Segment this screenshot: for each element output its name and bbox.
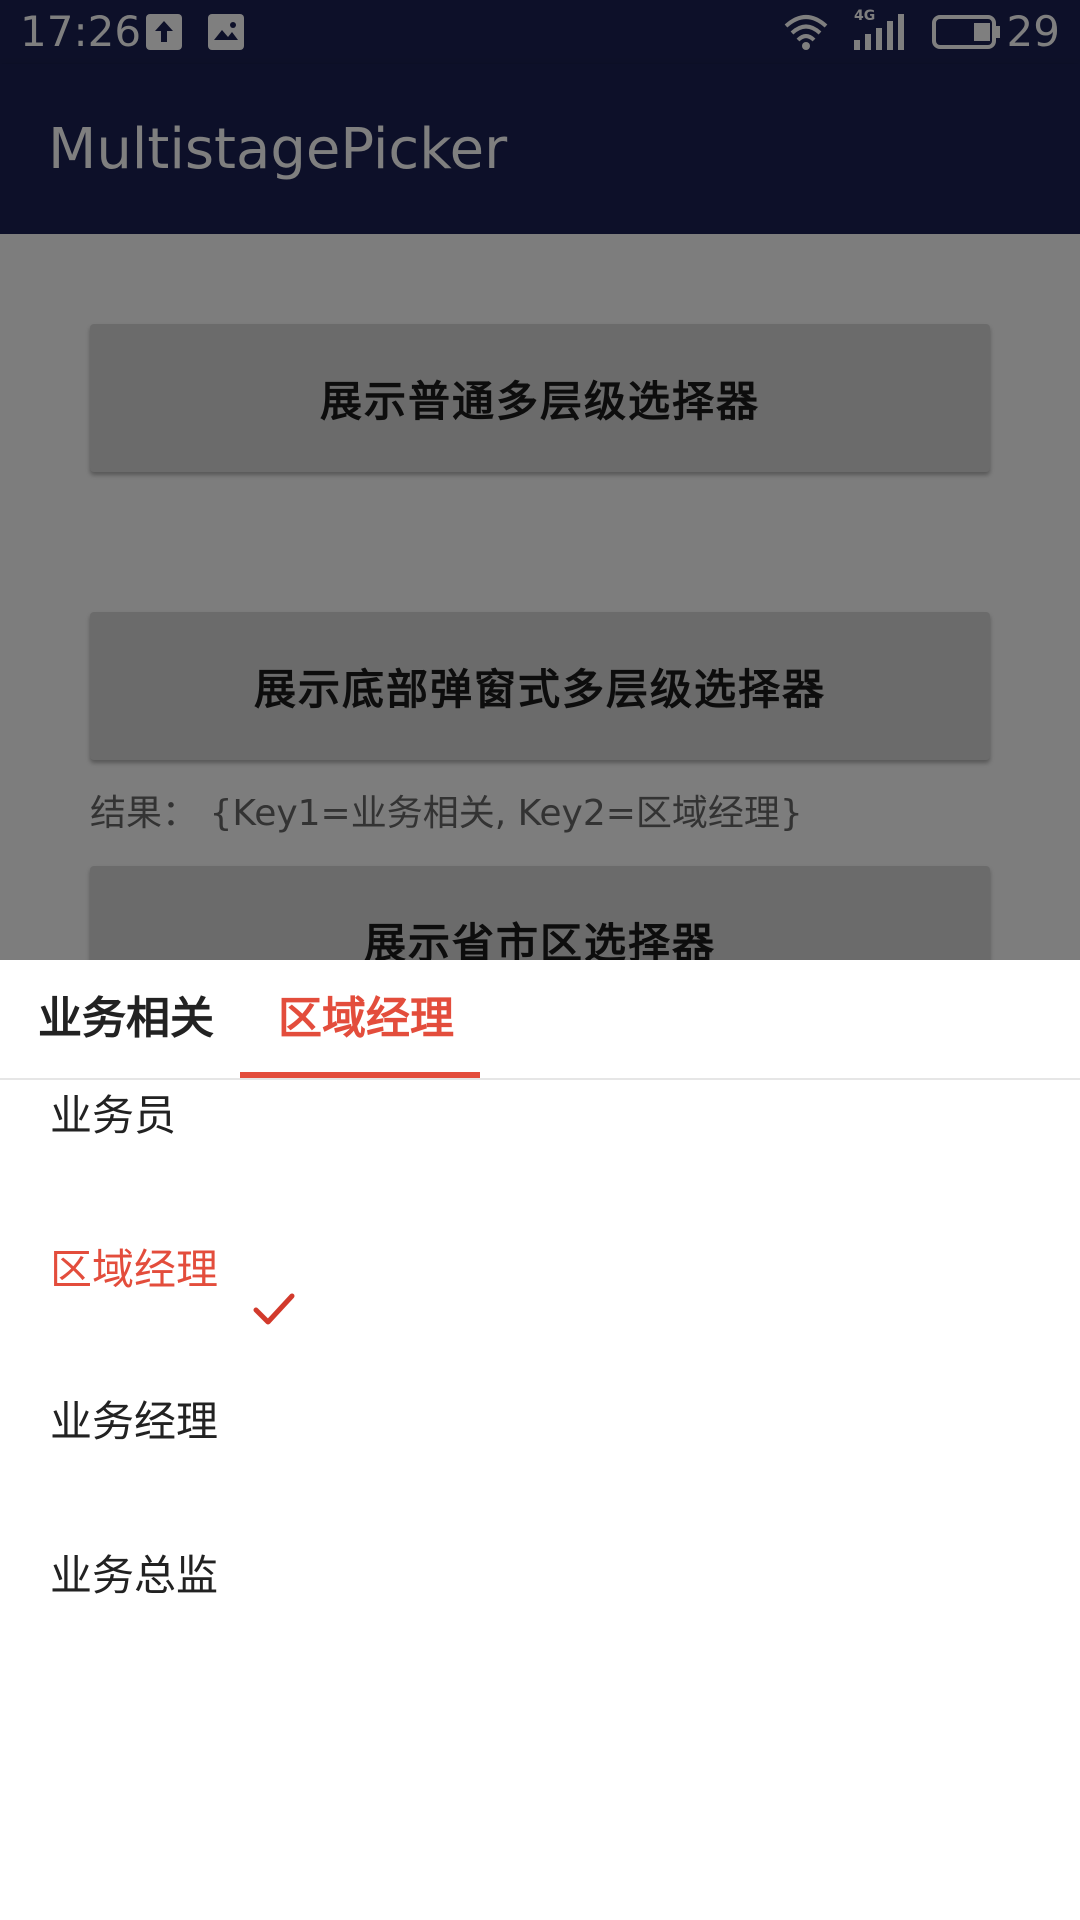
screen: 17:26 [0,0,1080,1920]
option-business-director[interactable]: 业务总监 [50,1548,218,1604]
check-icon [252,1290,296,1330]
picker-tab-bar: 业务相关 区域经理 [0,960,1080,1080]
dim-overlay[interactable] [0,0,1080,960]
bottom-sheet-picker: 业务相关 区域经理 业务员 区域经理 业务经理 业务总监 [0,960,1080,1920]
tab-region-manager[interactable]: 区域经理 [278,990,454,1048]
option-region-manager[interactable]: 区域经理 [50,1242,218,1298]
option-salesman[interactable]: 业务员 [50,1088,176,1144]
option-business-manager[interactable]: 业务经理 [50,1394,218,1450]
tab-business[interactable]: 业务相关 [38,990,214,1048]
tab-indicator [240,1072,480,1078]
